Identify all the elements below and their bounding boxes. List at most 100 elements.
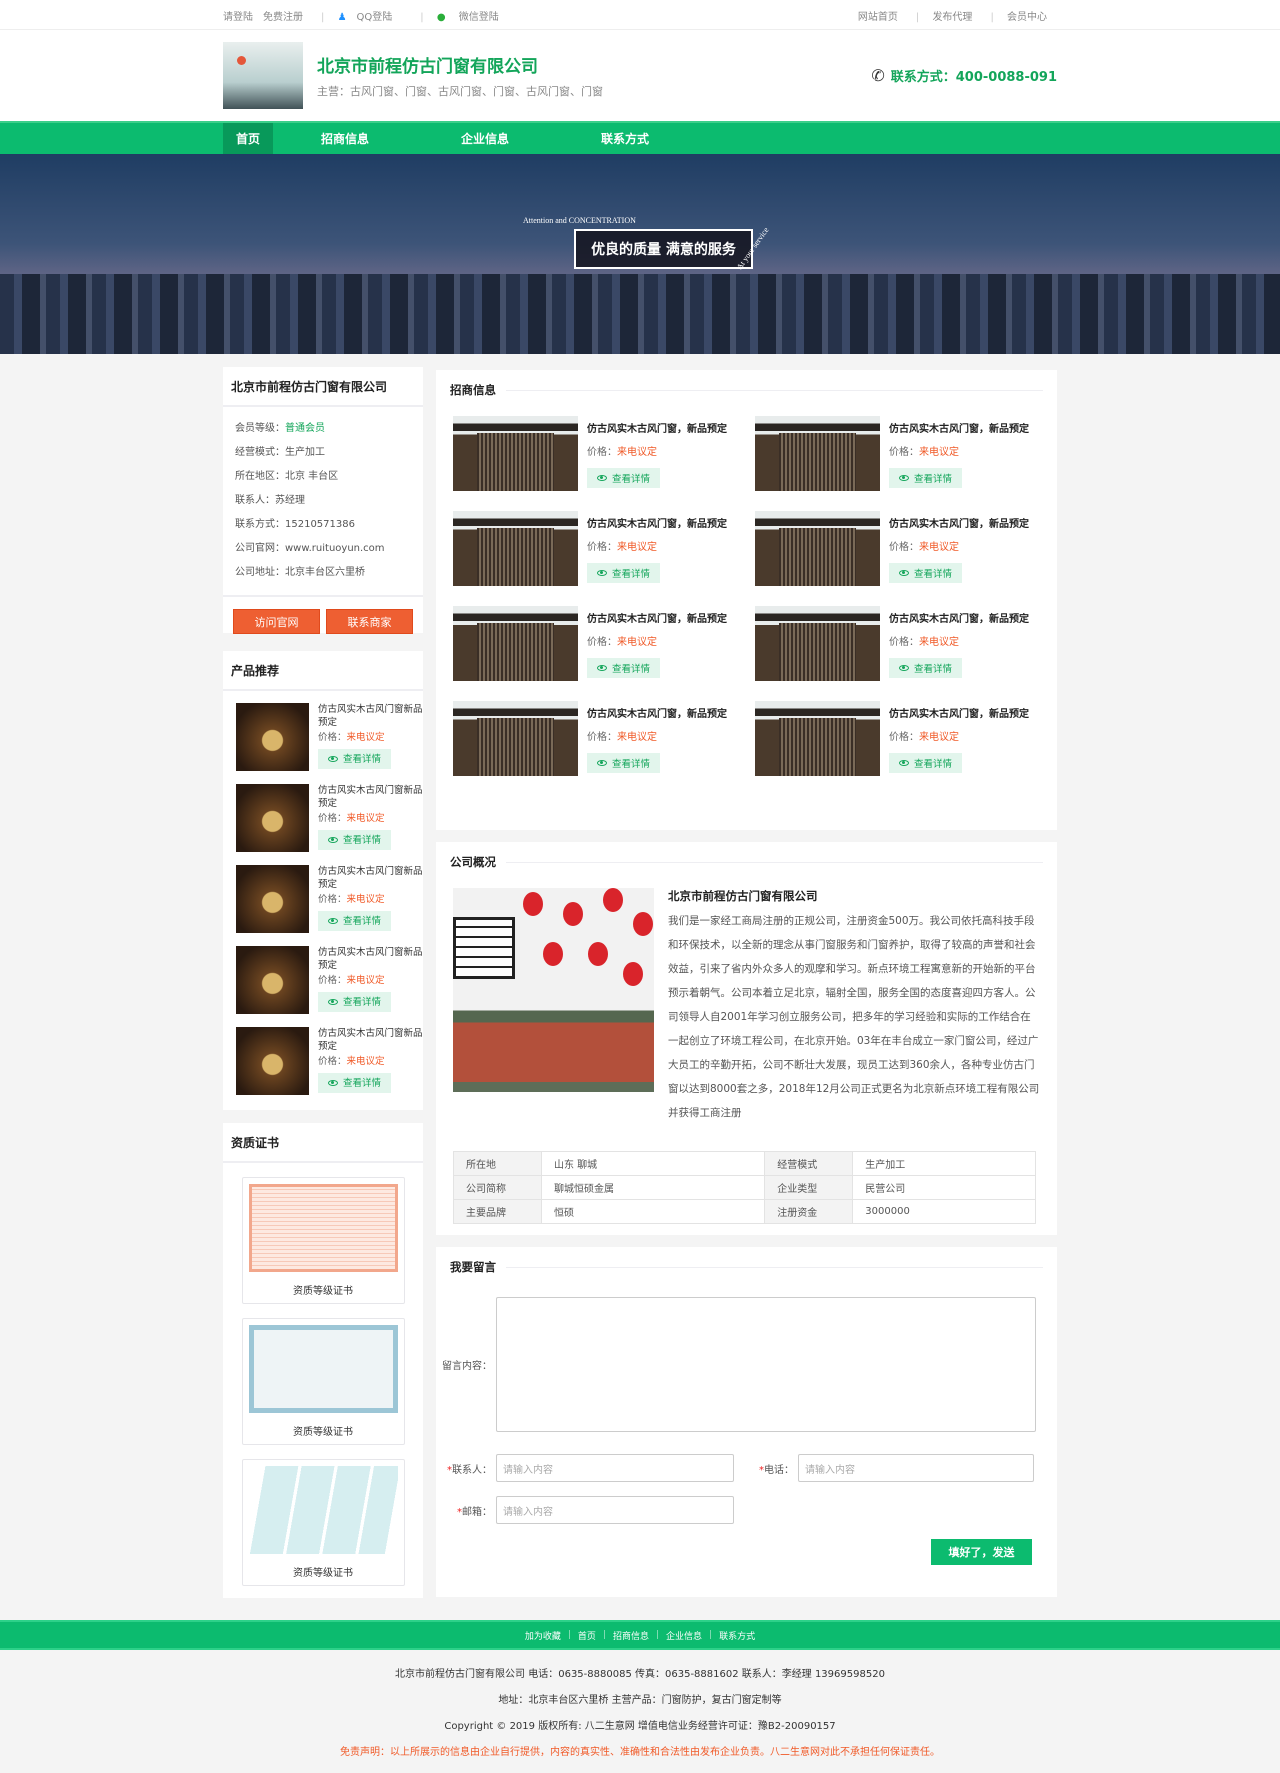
product-item[interactable]: 仿古风实木古风门窗新品预定 价格：来电议定 查看详情 (223, 934, 423, 1015)
price-label: 价格： (587, 732, 617, 743)
nav-investment[interactable]: 招商信息 (301, 123, 389, 154)
view-details-button[interactable]: 查看详情 (587, 753, 661, 773)
item-title[interactable]: 仿古风实木古风门窗，新品预定 (587, 705, 727, 720)
company-overview-title: 公司概况 (436, 842, 1057, 882)
item-price: 来电议定 (919, 637, 959, 648)
eye-icon (899, 760, 909, 766)
product-image[interactable] (236, 703, 309, 771)
product-image[interactable] (755, 701, 880, 776)
product-item[interactable]: 仿古风实木古风门窗新品预定 价格：来电议定 查看详情 (223, 691, 423, 772)
footer-link-company[interactable]: 企业信息 (666, 1629, 702, 1642)
eye-icon (597, 570, 607, 576)
view-details-button[interactable]: 查看详情 (889, 563, 963, 583)
email-label: 邮箱： (462, 1506, 492, 1518)
product-image[interactable] (755, 511, 880, 586)
wechat-login-link[interactable]: ● 微信登陆 (437, 12, 509, 23)
product-name[interactable]: 仿古风实木古风门窗新品预定 (318, 946, 423, 972)
table-cell: 山东 聊城 (540, 1151, 766, 1176)
product-image[interactable] (453, 606, 578, 681)
certificate-item[interactable]: 资质等级证书 (241, 1177, 405, 1304)
company-logo[interactable] (223, 42, 303, 109)
product-name[interactable]: 仿古风实木古风门窗新品预定 (318, 703, 423, 729)
message-content-textarea[interactable] (496, 1297, 1036, 1432)
investment-item[interactable]: 仿古风实木古风门窗，新品预定 价格：来电议定 查看详情 (755, 416, 1057, 491)
investment-item[interactable]: 仿古风实木古风门窗，新品预定 价格：来电议定 查看详情 (453, 511, 755, 586)
item-title[interactable]: 仿古风实木古风门窗，新品预定 (587, 420, 727, 435)
product-name[interactable]: 仿古风实木古风门窗新品预定 (318, 784, 423, 810)
product-image[interactable] (755, 606, 880, 681)
product-image[interactable] (453, 416, 578, 491)
investment-item[interactable]: 仿古风实木古风门窗，新品预定 价格：来电议定 查看详情 (755, 701, 1057, 776)
product-item[interactable]: 仿古风实木古风门窗新品预定 价格：来电议定 查看详情 (223, 1015, 423, 1096)
product-image[interactable] (236, 946, 309, 1014)
view-details-button[interactable]: 查看详情 (587, 563, 661, 583)
view-details-button[interactable]: 查看详情 (587, 658, 661, 678)
footer-link-contact[interactable]: 联系方式 (719, 1629, 755, 1642)
member-center-link[interactable]: 会员中心 (1007, 12, 1047, 23)
item-price: 来电议定 (919, 447, 959, 458)
item-title[interactable]: 仿古风实木古风门窗，新品预定 (587, 515, 727, 530)
item-price: 来电议定 (617, 732, 657, 743)
investment-item[interactable]: 仿古风实木古风门窗，新品预定 价格：来电议定 查看详情 (755, 511, 1057, 586)
info-label: 会员等级： (235, 423, 285, 434)
contact-merchant-button[interactable]: 联系商家 (326, 609, 413, 634)
investment-item[interactable]: 仿古风实木古风门窗，新品预定 价格：来电议定 查看详情 (453, 416, 755, 491)
investment-item[interactable]: 仿古风实木古风门窗，新品预定 价格：来电议定 查看详情 (755, 606, 1057, 681)
item-title[interactable]: 仿古风实木古风门窗，新品预定 (587, 610, 727, 625)
item-title[interactable]: 仿古风实木古风门窗，新品预定 (889, 705, 1029, 720)
nav-contact[interactable]: 联系方式 (581, 123, 669, 154)
view-details-button[interactable]: 查看详情 (587, 468, 661, 488)
contact-name-input[interactable]: 请输入内容 (496, 1454, 734, 1482)
item-title[interactable]: 仿古风实木古风门窗，新品预定 (889, 515, 1029, 530)
view-details-button[interactable]: 查看详情 (889, 658, 963, 678)
view-details-button[interactable]: 查看详情 (318, 749, 392, 769)
site-home-link[interactable]: 网站首页 (858, 12, 898, 23)
certificate-item[interactable]: 资质等级证书 (241, 1318, 405, 1445)
view-details-button[interactable]: 查看详情 (318, 830, 392, 850)
product-image[interactable] (236, 1027, 309, 1095)
company-info-card: 北京市前程仿古门窗有限公司 会员等级：普通会员 经营模式：生产加工 所在地区：北京 … (223, 367, 423, 634)
phone-label: 电话： (764, 1464, 794, 1476)
email-input[interactable]: 请输入内容 (496, 1496, 734, 1524)
submit-button[interactable]: 填好了，发送 (931, 1539, 1032, 1565)
login-link[interactable]: 请登陆 (223, 12, 253, 23)
view-details-button[interactable]: 查看详情 (318, 1073, 392, 1093)
nav-home[interactable]: 首页 (223, 123, 274, 154)
item-price: 来电议定 (919, 542, 959, 553)
product-image[interactable] (453, 511, 578, 586)
product-image[interactable] (236, 865, 309, 933)
visit-website-button[interactable]: 访问官网 (233, 609, 320, 634)
product-image[interactable] (236, 784, 309, 852)
phone-input[interactable]: 请输入内容 (798, 1454, 1034, 1482)
register-link[interactable]: 免费注册 (263, 12, 303, 23)
product-item[interactable]: 仿古风实木古风门窗新品预定 价格：来电议定 查看详情 (223, 853, 423, 934)
info-label: 公司地址： (235, 567, 285, 578)
view-details-label: 查看详情 (914, 759, 953, 770)
eye-icon (597, 475, 607, 481)
agent-link[interactable]: 发布代理 (932, 12, 972, 23)
product-item[interactable]: 仿古风实木古风门窗新品预定 价格：来电议定 查看详情 (223, 772, 423, 853)
footer-link-home[interactable]: 首页 (578, 1629, 596, 1642)
footer-link-investment[interactable]: 招商信息 (613, 1629, 649, 1642)
message-form-title: 我要留言 (436, 1247, 1057, 1287)
product-image[interactable] (453, 701, 578, 776)
nav-company-info[interactable]: 企业信息 (441, 123, 529, 154)
view-details-button[interactable]: 查看详情 (318, 992, 392, 1012)
view-details-button[interactable]: 查看详情 (889, 753, 963, 773)
product-name[interactable]: 仿古风实木古风门窗新品预定 (318, 1027, 423, 1053)
investment-item[interactable]: 仿古风实木古风门窗，新品预定 价格：来电议定 查看详情 (453, 606, 755, 681)
table-cell: 公司简称 (453, 1175, 542, 1200)
view-details-button[interactable]: 查看详情 (889, 468, 963, 488)
certificate-label: 资质等级证书 (293, 1286, 353, 1297)
qq-login-link[interactable]: ♟ QQ登陆 (338, 12, 403, 23)
product-name[interactable]: 仿古风实木古风门窗新品预定 (318, 865, 423, 891)
item-title[interactable]: 仿古风实木古风门窗，新品预定 (889, 420, 1029, 435)
product-image[interactable] (755, 416, 880, 491)
footer-link-bookmark[interactable]: 加为收藏 (525, 1629, 561, 1642)
table-cell: 恒硕 (540, 1199, 766, 1224)
investment-item[interactable]: 仿古风实木古风门窗，新品预定价格：来电议定查看详情 (453, 701, 755, 776)
item-title[interactable]: 仿古风实木古风门窗，新品预定 (889, 610, 1029, 625)
view-details-button[interactable]: 查看详情 (318, 911, 392, 931)
info-label: 公司官网： (235, 543, 285, 554)
certificate-item[interactable]: 资质等级证书 (241, 1459, 405, 1586)
